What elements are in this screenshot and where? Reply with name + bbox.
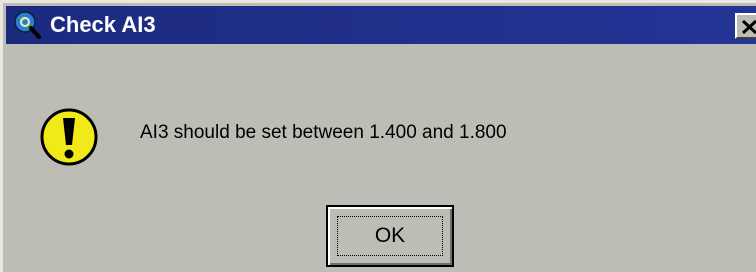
- globe-search-icon: [12, 10, 42, 40]
- dialog-message: AI3 should be set between 1.400 and 1.80…: [140, 122, 507, 143]
- close-icon: [741, 19, 756, 35]
- exclamation-warning-icon: [39, 107, 99, 167]
- title-bar[interactable]: Check AI3: [6, 6, 756, 44]
- close-button[interactable]: [735, 13, 756, 39]
- message-dialog: Check AI3 AI3 should be set between 1.40…: [0, 0, 756, 272]
- ok-button-label: OK: [374, 224, 406, 247]
- window-title: Check AI3: [50, 12, 156, 37]
- ok-button[interactable]: OK: [326, 205, 454, 267]
